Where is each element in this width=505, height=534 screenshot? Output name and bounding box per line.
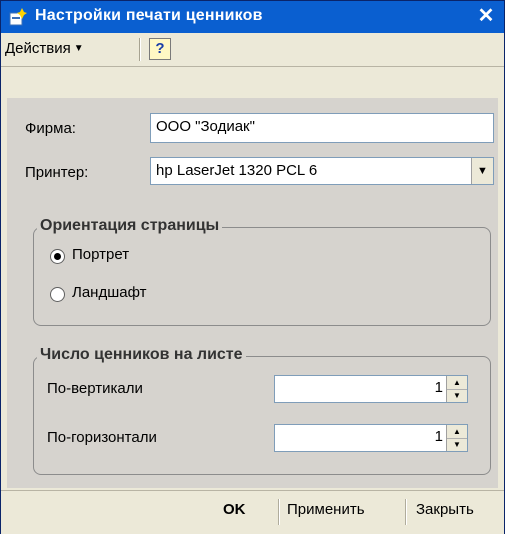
toolbar: Действия ▼ ? bbox=[1, 33, 504, 67]
actions-label: Действия bbox=[5, 40, 71, 57]
orientation-title: Ориентация страницы bbox=[37, 217, 223, 235]
labels-count-group: Число ценников на листе По-вертикали 1 ▲… bbox=[33, 346, 491, 475]
printer-select[interactable]: hp LaserJet 1320 PCL 6 ▼ bbox=[150, 157, 494, 185]
landscape-label: Ландшафт bbox=[72, 284, 147, 301]
close-button[interactable]: Закрыть bbox=[416, 501, 474, 518]
horizontal-value: 1 bbox=[434, 428, 443, 445]
landscape-radio[interactable] bbox=[50, 287, 65, 302]
footer-separator bbox=[278, 499, 280, 525]
title-bar: Настройки печати ценников ✕ bbox=[1, 1, 504, 33]
horizontal-stepper[interactable]: 1 ▲ ▼ bbox=[274, 424, 468, 452]
horizontal-label: По-горизонтали bbox=[47, 429, 157, 446]
spin-up-icon[interactable]: ▲ bbox=[447, 376, 467, 390]
spin-up-icon[interactable]: ▲ bbox=[447, 425, 467, 439]
app-icon bbox=[9, 8, 27, 26]
dropdown-arrow-icon[interactable]: ▼ bbox=[471, 158, 493, 184]
firm-field[interactable]: ООО "Зодиак" bbox=[150, 113, 494, 143]
printer-label: Принтер: bbox=[25, 164, 89, 181]
orientation-group: Ориентация страницы Портрет Ландшафт bbox=[33, 217, 491, 326]
spin-down-icon[interactable]: ▼ bbox=[447, 389, 467, 402]
print-settings-dialog: Настройки печати ценников ✕ Действия ▼ ? … bbox=[0, 0, 505, 534]
toolbar-separator bbox=[139, 38, 141, 61]
footer-separator bbox=[405, 499, 407, 525]
chevron-down-icon: ▼ bbox=[73, 43, 84, 54]
labels-count-title: Число ценников на листе bbox=[37, 346, 246, 364]
vertical-stepper[interactable]: 1 ▲ ▼ bbox=[274, 375, 468, 403]
spin-down-icon[interactable]: ▼ bbox=[447, 438, 467, 451]
printer-value: hp LaserJet 1320 PCL 6 bbox=[156, 162, 318, 179]
vertical-value: 1 bbox=[434, 379, 443, 396]
portrait-label: Портрет bbox=[72, 246, 130, 263]
actions-menu-button[interactable]: Действия ▼ bbox=[5, 40, 84, 57]
dialog-footer: OK Применить Закрыть bbox=[1, 490, 504, 534]
ok-button[interactable]: OK bbox=[223, 501, 246, 518]
portrait-radio[interactable] bbox=[50, 249, 65, 264]
dialog-content: Фирма: ООО "Зодиак" Принтер: hp LaserJet… bbox=[7, 98, 498, 488]
apply-button[interactable]: Применить bbox=[287, 501, 365, 518]
window-title: Настройки печати ценников bbox=[35, 7, 263, 24]
help-icon[interactable]: ? bbox=[149, 38, 171, 60]
vertical-spin-buttons: ▲ ▼ bbox=[446, 376, 467, 402]
vertical-label: По-вертикали bbox=[47, 380, 143, 397]
close-icon[interactable]: ✕ bbox=[474, 4, 498, 28]
firm-label: Фирма: bbox=[25, 120, 76, 137]
horizontal-spin-buttons: ▲ ▼ bbox=[446, 425, 467, 451]
